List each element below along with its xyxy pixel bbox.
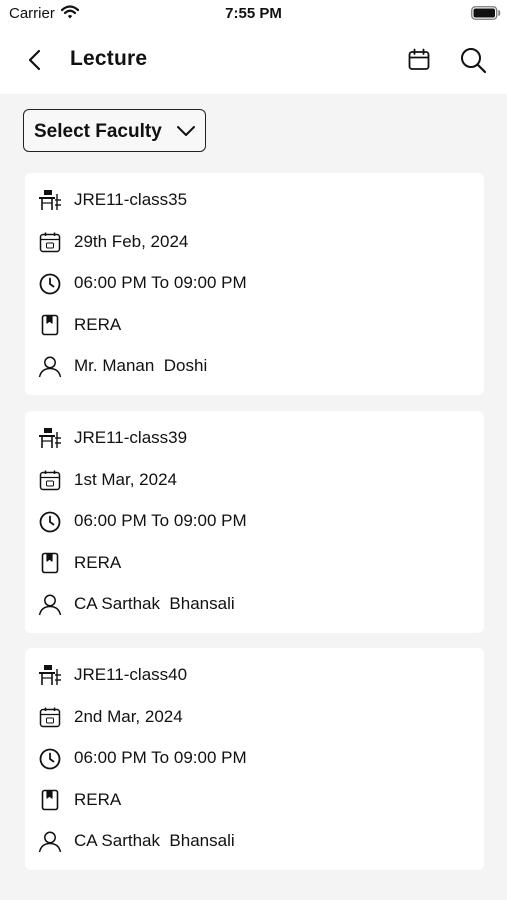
lecture-subject-row: RERA (25, 310, 484, 340)
lecture-date-text: 1st Mar, 2024 (74, 470, 178, 489)
person-icon (38, 829, 62, 853)
lecture-date-row: 29th Feb, 2024 (25, 227, 484, 257)
lecture-card[interactable]: JRE11-class35 29th Feb, 2024 06:00 PM To 0… (25, 173, 484, 395)
lecture-subject-row: RERA (25, 548, 484, 578)
lecture-faculty-row: Mr. Manan Doshi (25, 351, 484, 381)
calendar-icon (38, 468, 62, 492)
nav-bar: Lecture (0, 28, 507, 94)
lecture-date-row: 1st Mar, 2024 (25, 465, 484, 495)
status-bar: Carrier 7:55 PM (0, 0, 507, 28)
lecture-class-text: JRE11-class35 (74, 190, 188, 209)
lecture-date-text: 29th Feb, 2024 (74, 232, 189, 251)
calendar-icon (38, 230, 62, 254)
lecture-class-text: JRE11-class39 (74, 428, 188, 447)
clock-time: 7:55 PM (225, 5, 282, 22)
lecture-class-row: JRE11-class35 (25, 185, 484, 215)
calendar-icon (38, 705, 62, 729)
battery-icon (471, 6, 501, 20)
book-icon (38, 788, 62, 812)
lecture-faculty-row: CA Sarthak Bhansali (25, 589, 484, 619)
clock-icon (38, 271, 62, 295)
classroom-icon (38, 426, 62, 450)
clock-icon (38, 746, 62, 770)
lecture-class-row: JRE11-class40 (25, 660, 484, 690)
lecture-card[interactable]: JRE11-class40 2nd Mar, 2024 06:00 PM To 09… (25, 648, 484, 870)
lecture-subject-row: RERA (25, 785, 484, 815)
lecture-class-row: JRE11-class39 (25, 423, 484, 453)
person-icon (38, 354, 62, 378)
lecture-date-text: 2nd Mar, 2024 (74, 707, 183, 726)
lecture-time-text: 06:00 PM To 09:00 PM (74, 511, 247, 530)
lecture-faculty-text: Mr. Manan Doshi (74, 356, 208, 375)
lecture-faculty-text: CA Sarthak Bhansali (74, 831, 235, 850)
select-faculty-dropdown[interactable]: Select Faculty (23, 109, 206, 152)
lecture-time-row: 06:00 PM To 09:00 PM (25, 743, 484, 773)
book-icon (38, 313, 62, 337)
lecture-time-row: 06:00 PM To 09:00 PM (25, 268, 484, 298)
classroom-icon (38, 188, 62, 212)
calendar-icon[interactable] (405, 46, 433, 74)
lecture-faculty-row: CA Sarthak Bhansali (25, 826, 484, 856)
page-title: Lecture (70, 47, 148, 70)
lecture-time-text: 06:00 PM To 09:00 PM (74, 748, 247, 767)
clock-icon (38, 509, 62, 533)
lecture-subject-text: RERA (74, 790, 122, 809)
lecture-time-row: 06:00 PM To 09:00 PM (25, 506, 484, 536)
lecture-time-text: 06:00 PM To 09:00 PM (74, 273, 247, 292)
lecture-class-text: JRE11-class40 (74, 665, 188, 684)
lecture-card[interactable]: JRE11-class39 1st Mar, 2024 06:00 PM To 09… (25, 411, 484, 633)
chevron-down-icon (177, 126, 195, 136)
classroom-icon (38, 663, 62, 687)
lecture-subject-text: RERA (74, 553, 122, 572)
book-icon (38, 551, 62, 575)
lecture-subject-text: RERA (74, 315, 122, 334)
select-faculty-label: Select Faculty (34, 121, 162, 142)
search-icon[interactable] (458, 45, 488, 75)
person-icon (38, 592, 62, 616)
lecture-faculty-text: CA Sarthak Bhansali (74, 594, 235, 613)
lecture-date-row: 2nd Mar, 2024 (25, 702, 484, 732)
back-arrow-icon[interactable] (22, 46, 50, 74)
